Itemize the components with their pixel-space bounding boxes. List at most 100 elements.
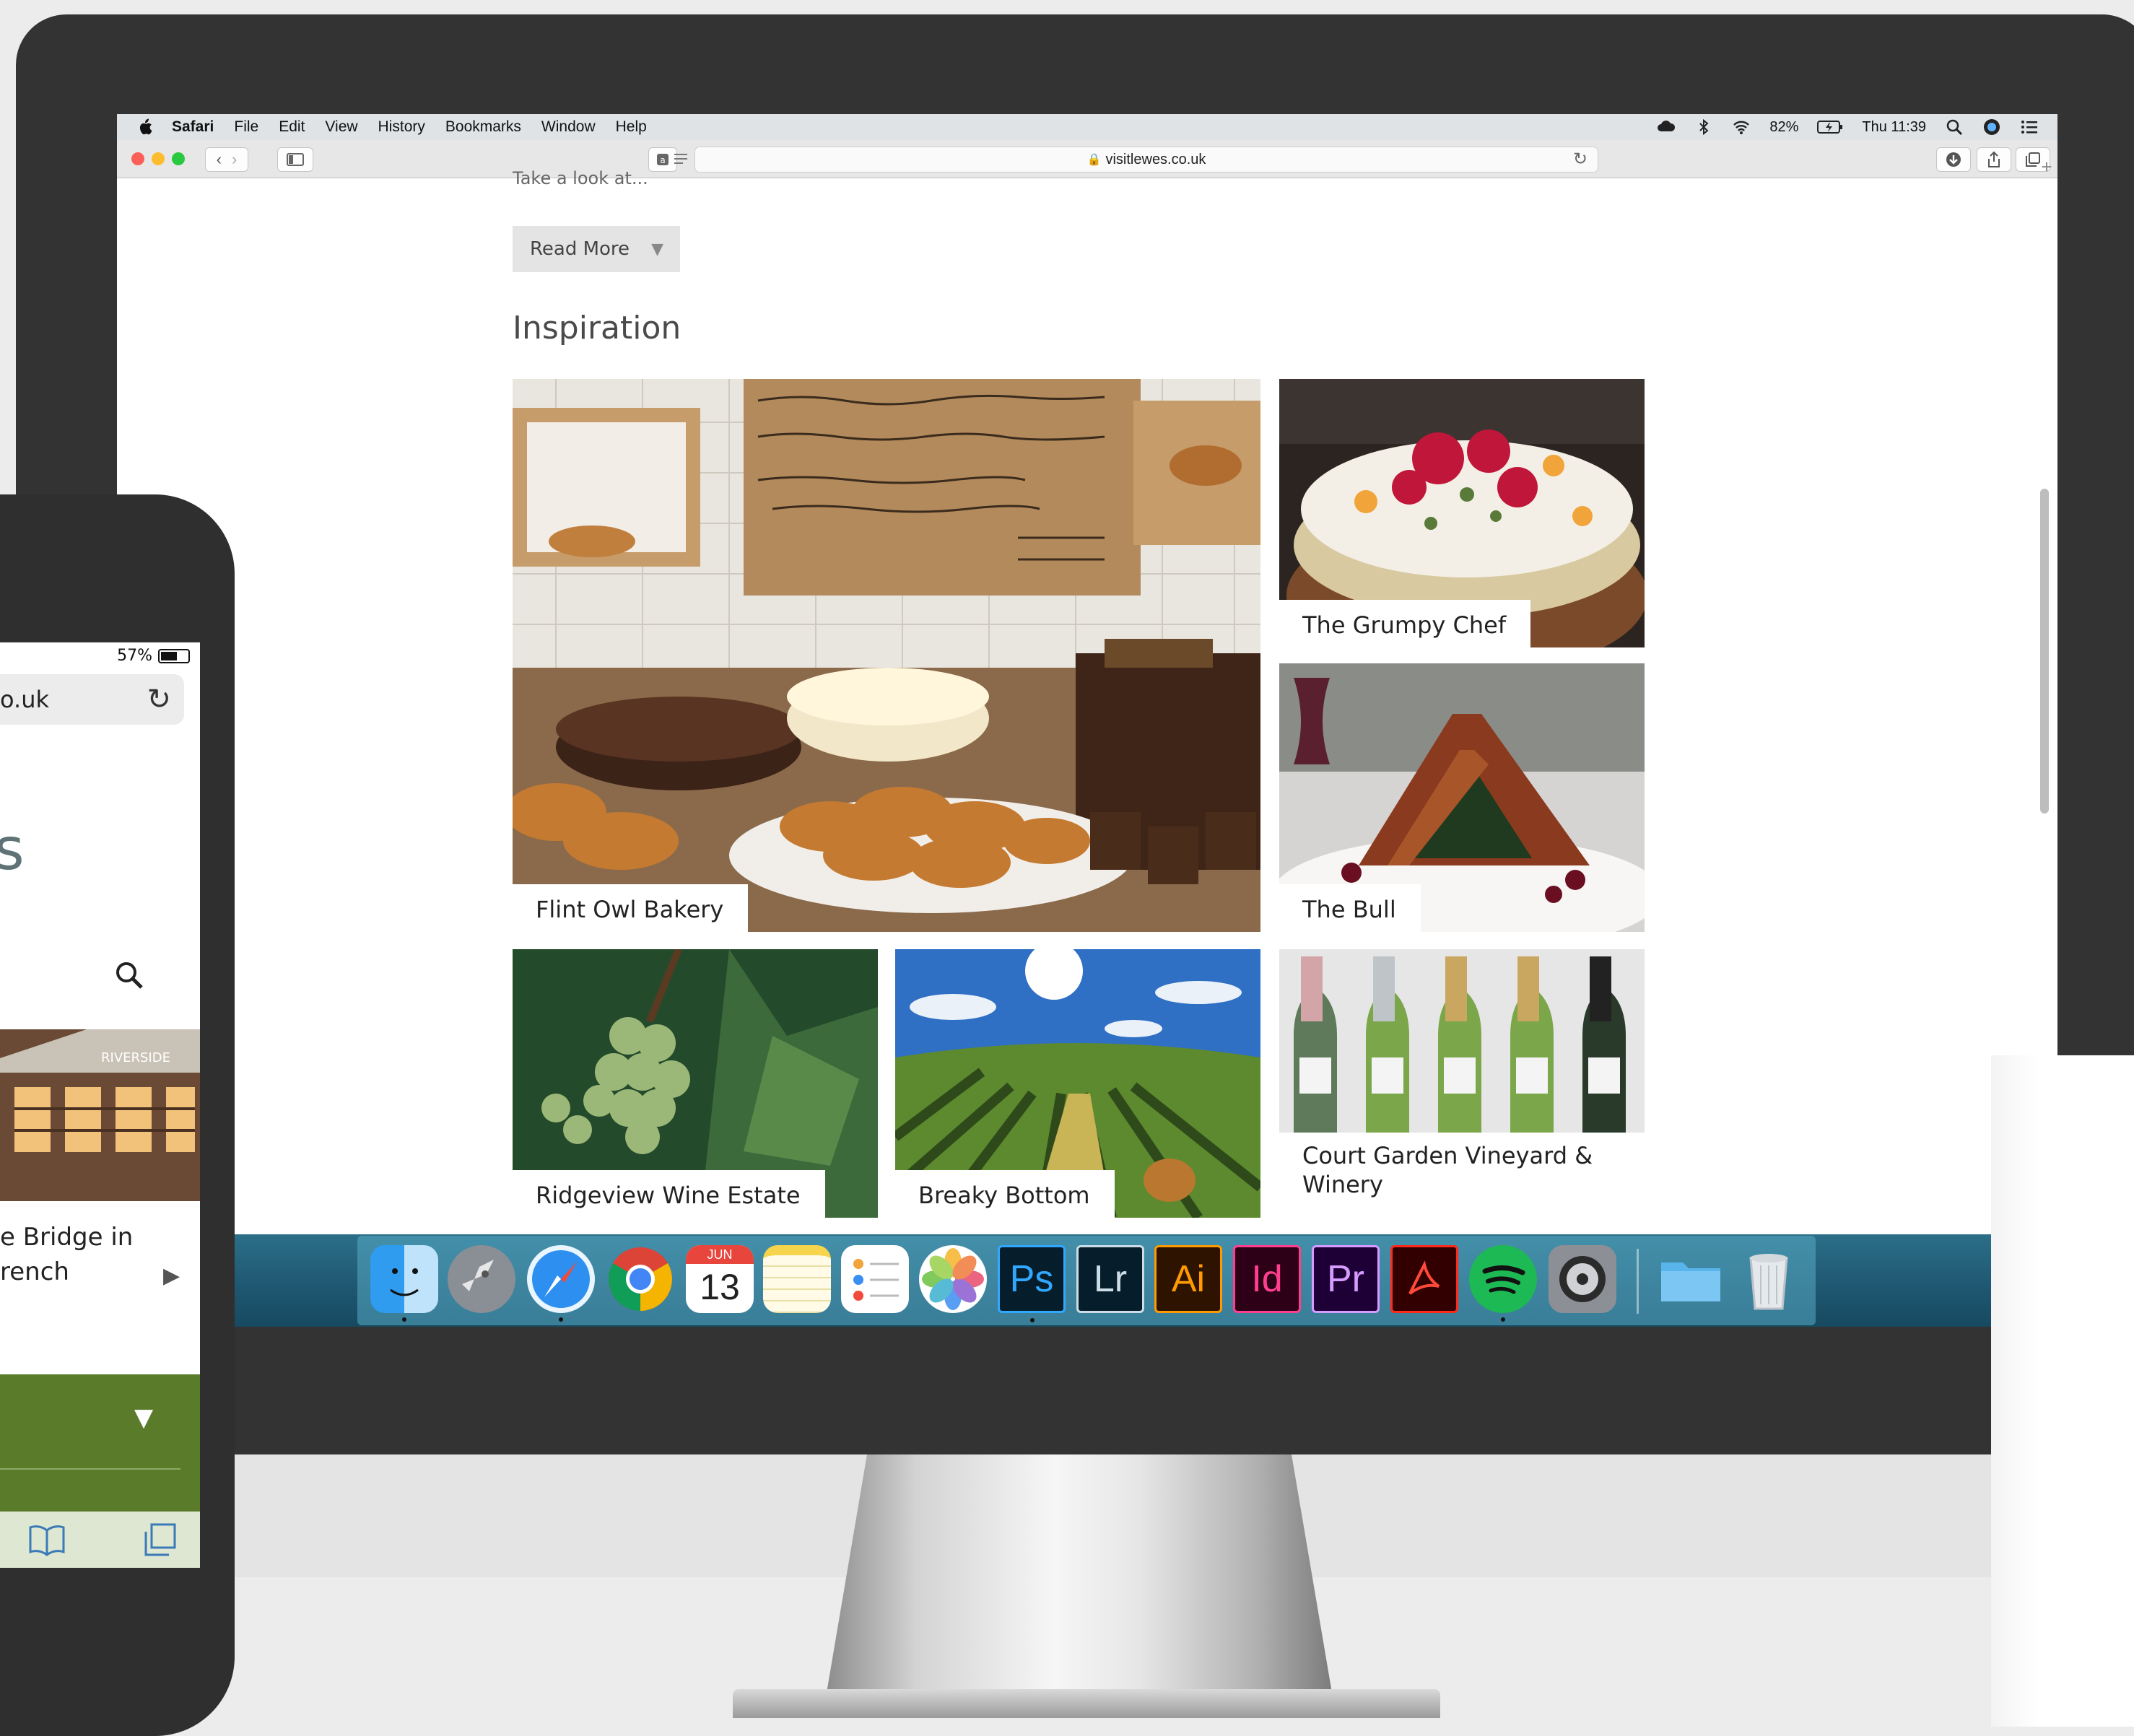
running-indicator bbox=[1501, 1317, 1505, 1322]
tabs-icon[interactable] bbox=[141, 1522, 178, 1558]
creative-cloud-icon[interactable] bbox=[1657, 118, 1676, 136]
lightroom-label: Lr bbox=[1093, 1258, 1128, 1300]
trash-icon[interactable] bbox=[1735, 1245, 1803, 1313]
sidebar-toggle-button[interactable] bbox=[277, 147, 313, 172]
apple-icon[interactable] bbox=[137, 118, 153, 136]
extension-icon: a bbox=[657, 154, 668, 165]
phone-article-line-2: rench bbox=[0, 1257, 69, 1286]
finder-face-icon bbox=[390, 1268, 419, 1296]
calendar-icon[interactable]: JUN 13 bbox=[686, 1245, 754, 1313]
notes-icon[interactable] bbox=[763, 1245, 831, 1313]
tile-caption: The Grumpy Chef bbox=[1279, 600, 1531, 647]
battery-percent[interactable]: 82% bbox=[1769, 119, 1798, 136]
dock-separator bbox=[1637, 1249, 1639, 1314]
close-window-button[interactable] bbox=[131, 152, 144, 165]
bluetooth-icon[interactable] bbox=[1694, 118, 1713, 136]
rocket-icon bbox=[462, 1260, 494, 1291]
system-preferences-icon[interactable] bbox=[1549, 1245, 1616, 1313]
menu-bar: Safari File Edit View History Bookmarks … bbox=[117, 114, 2057, 141]
lock-icon: 🔒 bbox=[1086, 154, 1102, 166]
section-title: Inspiration bbox=[513, 310, 681, 346]
web-page: Take a look at... Read More ▼ Inspiratio… bbox=[117, 168, 2057, 1327]
menu-window[interactable]: Window bbox=[541, 118, 596, 136]
intro-text-fragment: Take a look at... bbox=[513, 168, 648, 188]
svg-text:a: a bbox=[660, 155, 665, 165]
battery-icon[interactable] bbox=[1817, 119, 1843, 135]
chevron-down-icon: ▼ bbox=[651, 240, 663, 258]
imac-stand-foot bbox=[733, 1689, 1440, 1718]
finder-icon[interactable] bbox=[370, 1245, 438, 1322]
riverside-sign: RIVERSIDE bbox=[101, 1050, 170, 1065]
phone-search-icon[interactable] bbox=[114, 960, 144, 990]
phone-divider bbox=[0, 1468, 180, 1470]
reminders-icon[interactable] bbox=[841, 1245, 909, 1313]
tile-the-bull[interactable]: The Bull bbox=[1279, 663, 1645, 932]
photoshop-icon[interactable]: Ps bbox=[998, 1245, 1066, 1322]
gear-icon bbox=[1559, 1256, 1606, 1302]
phone-article-text: e Bridge in rench bbox=[0, 1220, 133, 1289]
menu-file[interactable]: File bbox=[234, 118, 258, 136]
tile-flint-owl-bakery[interactable]: Flint Owl Bakery bbox=[513, 379, 1260, 932]
phone-battery-percent: 57% bbox=[117, 647, 152, 665]
menu-bookmarks[interactable]: Bookmarks bbox=[445, 118, 521, 136]
clock[interactable]: Thu 11:39 bbox=[1862, 119, 1926, 136]
share-button[interactable] bbox=[1977, 147, 2011, 172]
calendar-day: 13 bbox=[700, 1267, 740, 1307]
spotlight-search-icon[interactable] bbox=[1945, 118, 1964, 136]
minimize-window-button[interactable] bbox=[152, 152, 165, 165]
spotify-icon[interactable] bbox=[1469, 1245, 1537, 1322]
tile-ridgeview-wine-estate[interactable]: Ridgeview Wine Estate bbox=[513, 949, 878, 1218]
tile-the-grumpy-chef[interactable]: The Grumpy Chef bbox=[1279, 379, 1645, 647]
menu-view[interactable]: View bbox=[325, 118, 357, 136]
phone-url: o.uk bbox=[0, 686, 49, 713]
address-bar[interactable]: 🔒 visitlewes.co.uk ↻ bbox=[694, 147, 1598, 173]
menu-history[interactable]: History bbox=[378, 118, 425, 136]
share-icon bbox=[1988, 151, 2000, 167]
indesign-icon[interactable]: Id bbox=[1233, 1245, 1301, 1313]
phone-address-bar[interactable]: o.uk ↻ bbox=[0, 674, 184, 725]
menu-app-name[interactable]: Safari bbox=[172, 118, 214, 136]
phone-reload-icon[interactable]: ↻ bbox=[147, 683, 171, 716]
reload-icon[interactable]: ↻ bbox=[1573, 149, 1588, 170]
back-forward-buttons[interactable]: ‹ › bbox=[205, 147, 248, 172]
illustrator-icon[interactable]: Ai bbox=[1154, 1245, 1222, 1313]
dock: JUN 13 Ps Lr Ai Id Pr bbox=[357, 1236, 1816, 1325]
play-arrow-icon[interactable]: ▶ bbox=[163, 1263, 180, 1288]
bookmarks-book-icon[interactable] bbox=[27, 1523, 66, 1556]
launchpad-icon[interactable] bbox=[448, 1245, 515, 1313]
new-tab-icon[interactable]: + bbox=[2036, 156, 2057, 178]
reader-mode-icon[interactable] bbox=[673, 152, 689, 166]
tile-caption: The Bull bbox=[1279, 884, 1421, 932]
sidebar-icon bbox=[287, 153, 304, 166]
menu-help[interactable]: Help bbox=[616, 118, 647, 136]
phone-site-logo: s bbox=[0, 816, 25, 883]
spotify-logo-icon bbox=[1482, 1265, 1525, 1294]
running-indicator bbox=[402, 1317, 406, 1322]
address-bar-url: visitlewes.co.uk bbox=[1105, 151, 1206, 167]
chrome-icon[interactable] bbox=[606, 1245, 674, 1313]
menu-extras: 82% Thu 11:39 bbox=[1657, 114, 2039, 140]
tile-breaky-bottom[interactable]: Breaky Bottom bbox=[895, 949, 1260, 1218]
wifi-icon[interactable] bbox=[1732, 118, 1751, 136]
tile-caption: Breaky Bottom bbox=[895, 1170, 1115, 1218]
chevron-down-icon[interactable]: ▼ bbox=[134, 1403, 153, 1432]
chevron-left-icon[interactable]: ‹ bbox=[217, 150, 222, 169]
folder-icon[interactable] bbox=[1657, 1245, 1725, 1313]
downloads-button[interactable] bbox=[1936, 147, 1971, 172]
menu-edit[interactable]: Edit bbox=[279, 118, 305, 136]
zoom-window-button[interactable] bbox=[172, 152, 185, 165]
lightroom-icon[interactable]: Lr bbox=[1076, 1245, 1144, 1313]
premiere-pro-icon[interactable]: Pr bbox=[1312, 1245, 1380, 1313]
chrome-logo-icon bbox=[609, 1247, 672, 1311]
siri-icon[interactable] bbox=[1982, 118, 2001, 136]
read-more-button[interactable]: Read More ▼ bbox=[513, 226, 680, 272]
notification-center-icon[interactable] bbox=[2020, 118, 2039, 136]
illustrator-label: Ai bbox=[1171, 1258, 1206, 1300]
acrobat-icon[interactable] bbox=[1390, 1245, 1458, 1313]
photos-icon[interactable] bbox=[919, 1245, 987, 1313]
page-scrollbar[interactable] bbox=[2040, 489, 2049, 814]
tile-court-garden-vineyard[interactable]: Court Garden Vineyard & Winery bbox=[1279, 949, 1645, 1218]
champagne-bottles-photo bbox=[1279, 949, 1645, 1133]
safari-dock-icon[interactable] bbox=[527, 1245, 595, 1322]
chevron-right-icon[interactable]: › bbox=[232, 150, 237, 169]
